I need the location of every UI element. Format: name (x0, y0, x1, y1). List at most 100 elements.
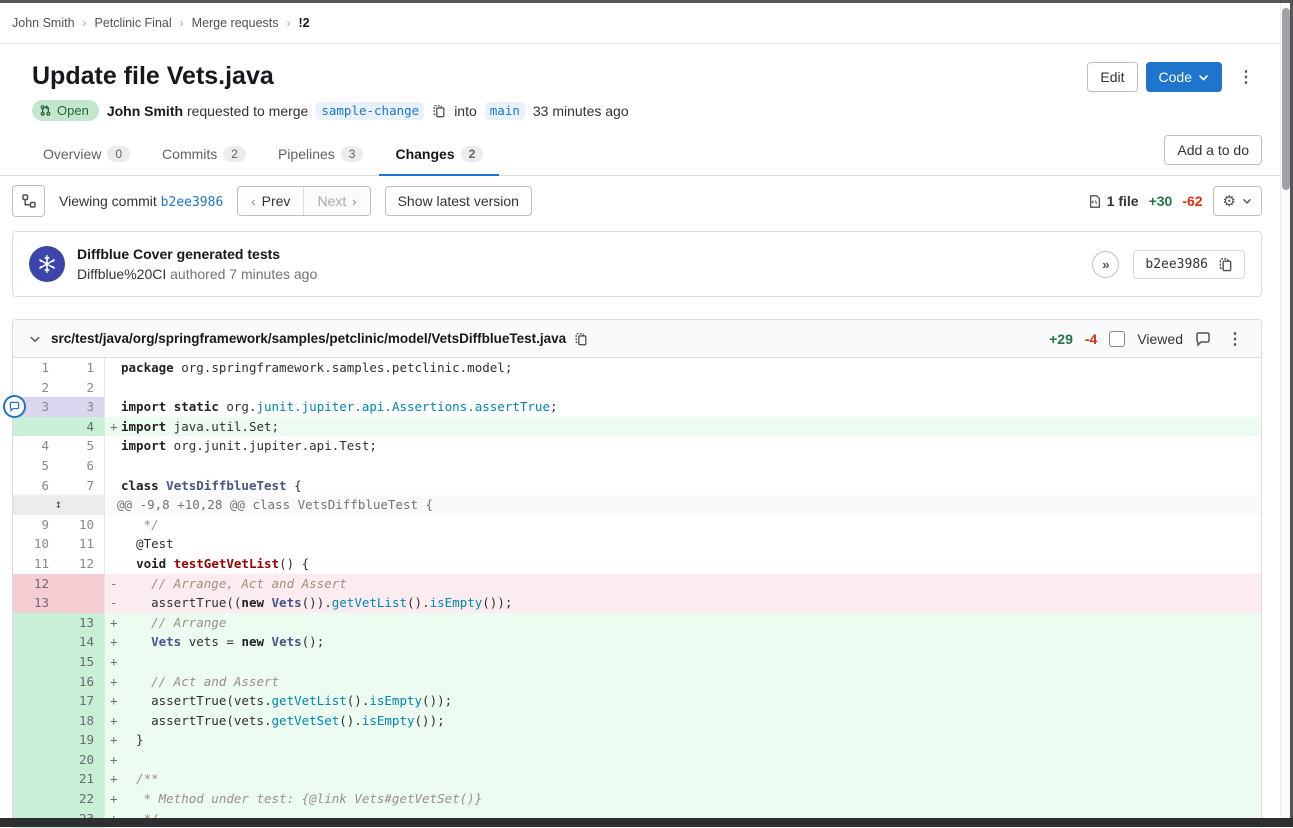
new-line-number[interactable] (59, 574, 105, 594)
tab-commits[interactable]: Commits 2 (146, 131, 262, 175)
new-line-number[interactable]: 2 (59, 378, 105, 398)
new-line-number[interactable]: 17 (59, 691, 105, 711)
old-line-number[interactable]: 12 (13, 574, 59, 594)
breadcrumb-item-user[interactable]: John Smith (12, 16, 75, 30)
line-change-marker: + (105, 632, 121, 652)
breadcrumb-item-merge-requests[interactable]: Merge requests (192, 16, 279, 30)
new-line-number[interactable] (59, 593, 105, 613)
line-change-marker: - (105, 574, 121, 594)
copy-file-path-button[interactable] (574, 332, 588, 346)
old-line-number[interactable] (13, 613, 59, 633)
line-code: @Test (105, 534, 1261, 554)
line-code: - assertTrue((new Vets()).getVetList().i… (105, 593, 1261, 613)
expand-lines-button[interactable]: ↕ (13, 495, 105, 515)
expand-commit-details-button[interactable]: » (1092, 251, 1119, 278)
old-line-number[interactable] (13, 730, 59, 750)
line-change-marker: + (105, 750, 121, 770)
old-line-number[interactable] (13, 769, 59, 789)
new-line-number[interactable]: 20 (59, 750, 105, 770)
show-latest-version-button[interactable]: Show latest version (385, 186, 532, 216)
old-line-number[interactable]: 5 (13, 456, 59, 476)
old-line-number[interactable] (13, 789, 59, 809)
edit-button[interactable]: Edit (1087, 62, 1137, 92)
new-line-number[interactable]: 19 (59, 730, 105, 750)
new-line-number[interactable]: 10 (59, 515, 105, 535)
status-badge-label: Open (57, 103, 89, 118)
new-line-number[interactable]: 21 (59, 769, 105, 789)
page-title: Update file Vets.java (32, 60, 274, 92)
old-line-number[interactable]: 1 (13, 358, 59, 378)
old-line-number[interactable]: 4 (13, 436, 59, 456)
add-todo-button[interactable]: Add a to do (1164, 135, 1262, 165)
commit-title[interactable]: Diffblue Cover generated tests (77, 244, 317, 264)
breadcrumb-item-project[interactable]: Petclinic Final (95, 16, 172, 30)
diff-line: 22+ * Method under test: {@link Vets#get… (13, 789, 1261, 809)
old-line-number[interactable] (13, 672, 59, 692)
file-path[interactable]: src/test/java/org/springframework/sample… (51, 331, 566, 346)
tab-pipelines[interactable]: Pipelines 3 (262, 131, 380, 175)
commit-author-name[interactable]: Diffblue%20CI (77, 266, 166, 282)
line-change-marker (105, 554, 121, 574)
old-line-number[interactable] (13, 711, 59, 731)
copy-commit-sha-button[interactable] (1218, 257, 1233, 272)
new-line-number[interactable]: 7 (59, 476, 105, 496)
next-label: Next (317, 193, 346, 209)
viewing-commit-text: Viewing commit (59, 193, 157, 209)
old-line-number[interactable]: 6 (13, 476, 59, 496)
collapse-file-button[interactable] (23, 327, 47, 351)
mr-action-text: requested to merge (187, 103, 308, 119)
diff-line: 12- // Arrange, Act and Assert (13, 574, 1261, 594)
new-line-number[interactable]: 1 (59, 358, 105, 378)
copy-branch-button[interactable] (432, 104, 446, 118)
old-line-number[interactable] (13, 417, 59, 437)
new-line-number[interactable]: 15 (59, 652, 105, 672)
prev-label: Prev (262, 193, 291, 209)
new-line-number[interactable]: 18 (59, 711, 105, 731)
old-line-number[interactable] (13, 652, 59, 672)
file-additions: +29 (1049, 331, 1073, 347)
commit-author-avatar[interactable] (29, 246, 65, 282)
page-scrollbar[interactable] (1280, 3, 1290, 818)
old-line-number[interactable]: 11 (13, 554, 59, 574)
source-branch-ref[interactable]: sample-change (316, 102, 424, 120)
tab-changes[interactable]: Changes 2 (379, 131, 499, 175)
line-change-marker: + (105, 652, 121, 672)
old-line-number[interactable] (13, 750, 59, 770)
diff-line: 16+ // Act and Assert (13, 672, 1261, 692)
new-line-number[interactable]: 6 (59, 456, 105, 476)
file-deletions: -4 (1085, 331, 1097, 347)
file-tree-toggle-button[interactable] (12, 185, 45, 217)
line-change-marker (105, 378, 121, 398)
old-line-number[interactable] (13, 691, 59, 711)
scrollbar-thumb[interactable] (1282, 8, 1290, 190)
old-line-number[interactable]: 2 (13, 378, 59, 398)
mr-author[interactable]: John Smith (107, 103, 183, 119)
diff-rows: 11package org.springframework.samples.pe… (13, 358, 1261, 828)
new-line-number[interactable]: 11 (59, 534, 105, 554)
viewed-checkbox[interactable] (1109, 331, 1125, 347)
prev-commit-button[interactable]: ‹ Prev (238, 187, 303, 215)
old-line-number[interactable]: 10 (13, 534, 59, 554)
comment-icon (1195, 331, 1211, 347)
file-icon (1088, 194, 1102, 209)
new-line-number[interactable]: 12 (59, 554, 105, 574)
old-line-number[interactable]: 13 (13, 593, 59, 613)
new-line-number[interactable]: 5 (59, 436, 105, 456)
new-line-number[interactable]: 4 (59, 417, 105, 437)
next-commit-button[interactable]: Next › (303, 187, 369, 215)
new-line-number[interactable]: 16 (59, 672, 105, 692)
new-line-number[interactable]: 3 (59, 397, 105, 417)
viewing-commit-sha-link[interactable]: b2ee3986 (161, 195, 224, 210)
file-comment-button[interactable] (1195, 331, 1211, 347)
tab-overview[interactable]: Overview 0 (27, 131, 146, 175)
file-options-button[interactable]: ⋮ (1223, 327, 1247, 351)
old-line-number[interactable] (13, 632, 59, 652)
diff-settings-button[interactable]: ⚙ (1213, 186, 1262, 216)
target-branch-ref[interactable]: main (485, 102, 525, 120)
code-dropdown-button[interactable]: Code (1146, 62, 1222, 92)
old-line-number[interactable]: 9 (13, 515, 59, 535)
new-line-number[interactable]: 14 (59, 632, 105, 652)
new-line-number[interactable]: 13 (59, 613, 105, 633)
new-line-number[interactable]: 22 (59, 789, 105, 809)
more-actions-button[interactable]: ⋮ (1230, 61, 1262, 93)
